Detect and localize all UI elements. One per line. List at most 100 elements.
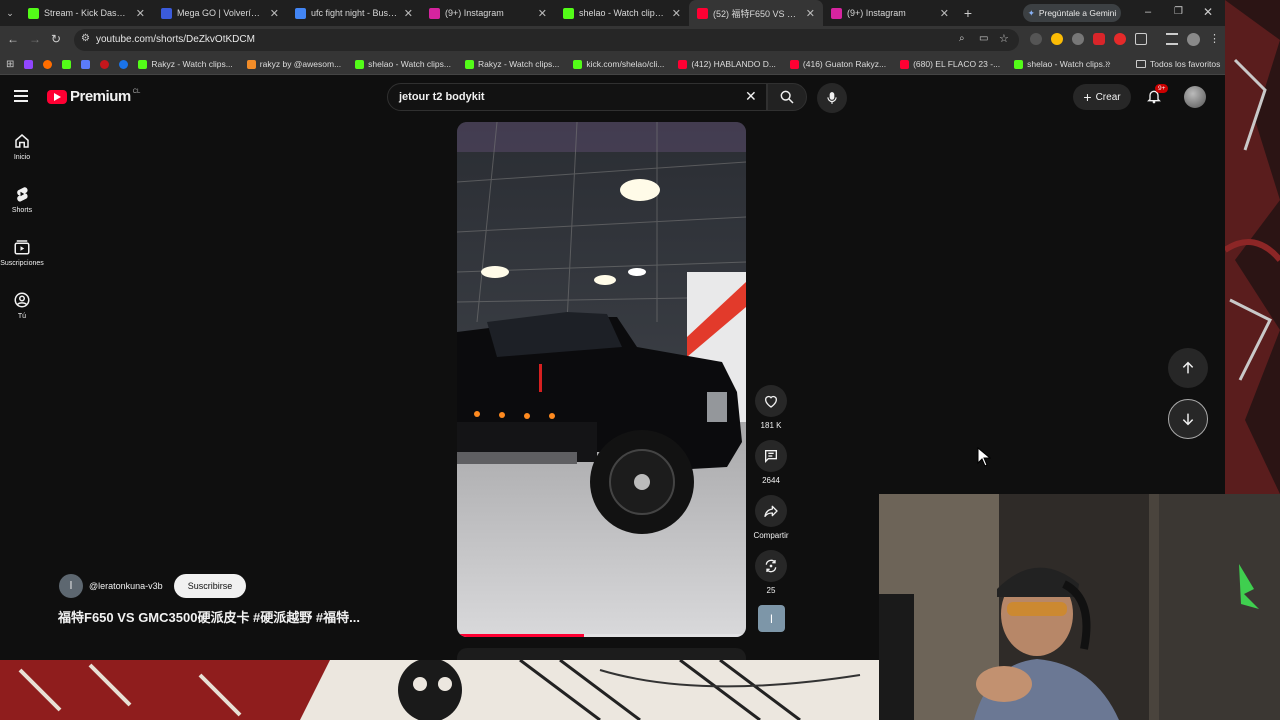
minimize-button[interactable]: – <box>1145 6 1151 18</box>
next-short-button[interactable] <box>1168 399 1208 439</box>
kebab-menu-icon[interactable]: ⋮ <box>1209 33 1220 46</box>
gemini-label: Pregúntale a Gemini <box>1038 8 1117 18</box>
remix-button[interactable] <box>755 550 787 582</box>
profile-icon[interactable] <box>1187 33 1200 46</box>
channel-handle[interactable]: @leratonkuna-v3b <box>89 581 163 591</box>
voice-search-button[interactable] <box>817 83 847 113</box>
clear-search-icon[interactable]: ✕ <box>745 88 757 105</box>
back-icon[interactable]: ← <box>7 32 19 46</box>
bookmark-icon-app[interactable] <box>119 59 129 69</box>
browser-tab[interactable]: (52) 福特F650 VS GMC350... ✕ <box>689 0 823 26</box>
comments-button[interactable] <box>755 440 787 472</box>
close-tab-icon[interactable]: ✕ <box>136 7 145 20</box>
bookmark-item[interactable]: kick.com/shelao/cli... <box>573 59 664 69</box>
all-favorites-label: Todos los favoritos <box>1150 59 1221 69</box>
bookmark-icon-app[interactable] <box>100 59 110 69</box>
guide-item-inicio[interactable]: Inicio <box>0 132 44 161</box>
mouse-cursor-icon <box>977 447 991 467</box>
close-tab-icon[interactable]: ✕ <box>404 7 413 20</box>
search-input[interactable]: jetour t2 bodykit ✕ <box>387 83 767 111</box>
hamburger-menu-icon[interactable] <box>14 90 28 102</box>
overlay-art-bottom <box>0 660 879 720</box>
youtube-logo[interactable]: Premium CL <box>47 88 140 105</box>
close-tab-icon[interactable]: ✕ <box>806 7 815 20</box>
bookmark-favicon-icon <box>1014 59 1024 69</box>
close-tab-icon[interactable]: ✕ <box>538 7 547 20</box>
browser-tab[interactable]: Mega GO | Volverías con t... ✕ <box>153 0 287 26</box>
bookmark-item[interactable]: (412) HABLANDO D... <box>678 59 776 69</box>
restore-button[interactable]: ❐ <box>1174 6 1183 17</box>
extension-icon[interactable] <box>1051 33 1063 45</box>
bookmark-favicon-icon <box>355 59 365 69</box>
apps-grid-icon[interactable]: ⊞ <box>6 59 14 70</box>
bookmark-item[interactable]: (680) EL FLACO 23 -... <box>900 59 1000 69</box>
extension-icon[interactable] <box>1114 33 1126 45</box>
guide-item-tu[interactable]: Tú <box>0 291 44 320</box>
notification-badge: 9+ <box>1155 84 1169 93</box>
bookmark-item[interactable]: shelao - Watch clips... <box>355 59 451 69</box>
new-tab-button[interactable]: + <box>957 5 979 21</box>
bookmark-icon-kick[interactable] <box>62 59 72 69</box>
search-button[interactable] <box>767 83 807 111</box>
close-tab-icon[interactable]: ✕ <box>940 7 949 20</box>
browser-tab[interactable]: (9+) Instagram ✕ <box>823 0 957 26</box>
cast-icon[interactable]: ▭ <box>979 33 988 44</box>
bookmark-icon-app[interactable] <box>81 59 91 69</box>
gemini-button[interactable]: ✦ Pregúntale a Gemini <box>1023 4 1121 22</box>
you-icon <box>14 292 30 308</box>
subscribe-button[interactable]: Suscribirse <box>174 574 246 598</box>
browser-tab[interactable]: shelao - Watch clips on Ki... ✕ <box>555 0 689 26</box>
close-tab-icon[interactable]: ✕ <box>270 7 279 20</box>
avatar[interactable] <box>1184 86 1206 108</box>
arrow-up-icon <box>1182 361 1194 374</box>
guide-label: Inicio <box>13 154 31 161</box>
close-tab-icon[interactable]: ✕ <box>672 7 681 20</box>
browser-tab[interactable]: Stream - Kick Dashboard ✕ <box>20 0 153 26</box>
sound-thumbnail[interactable]: l <box>758 605 785 632</box>
site-info-icon[interactable]: ⚙ <box>81 33 90 44</box>
tab-search-menu-icon[interactable]: ⌄ <box>0 8 20 19</box>
bookmark-item[interactable]: shelao - Watch clips... <box>1014 59 1110 69</box>
close-window-button[interactable]: ✕ <box>1203 5 1213 19</box>
extension-icon[interactable] <box>1093 33 1105 45</box>
bookmark-favicon-icon <box>465 59 474 69</box>
guide-item-suscripciones[interactable]: Suscripciones <box>0 238 44 267</box>
short-video-player[interactable] <box>457 122 746 637</box>
zoom-icon[interactable]: ⌕ <box>959 33 965 44</box>
browser-tab[interactable]: ufc fight night - Buscar co... ✕ <box>287 0 421 26</box>
address-bar[interactable]: ⚙ youtube.com/shorts/DeZkvOtKDCM ⌕ ▭ ☆ <box>74 29 1019 51</box>
bookmark-item[interactable]: Rakyz - Watch clips... <box>138 59 233 69</box>
bookmark-item[interactable]: rakyz by @awesom... <box>246 59 341 69</box>
channel-avatar[interactable]: l <box>59 574 83 598</box>
forward-icon[interactable]: → <box>29 32 41 46</box>
tab-title: (9+) Instagram <box>847 8 906 18</box>
notifications-button[interactable]: 9+ <box>1146 84 1169 107</box>
previous-short-button[interactable] <box>1168 348 1208 388</box>
logo-region: CL <box>132 88 141 95</box>
folder-icon <box>1136 60 1146 68</box>
streamer-webcam <box>879 494 1280 720</box>
bookmark-item[interactable]: (416) Guaton Rakyz... <box>789 59 886 69</box>
tab-favicon-icon <box>697 7 708 19</box>
puzzle-icon[interactable] <box>1135 33 1147 45</box>
guide-item-shorts[interactable]: Shorts <box>0 185 44 214</box>
reload-icon[interactable]: ↻ <box>51 32 61 46</box>
bookmark-star-icon[interactable]: ☆ <box>999 32 1009 45</box>
short-title[interactable]: 福特F650 VS GMC3500硬派皮卡 #硬派越野 #福特... <box>58 607 360 626</box>
bookmark-icon-app[interactable] <box>43 59 53 69</box>
bookmark-icon-twitch[interactable] <box>24 59 34 69</box>
guide-label: Shorts <box>11 207 33 214</box>
bookmark-label: Rakyz - Watch clips... <box>478 59 560 69</box>
logo-text: Premium <box>70 88 131 105</box>
media-icon[interactable] <box>1166 33 1178 45</box>
share-button[interactable] <box>755 495 787 527</box>
like-button[interactable] <box>755 385 787 417</box>
create-button[interactable]: + Crear <box>1073 84 1131 110</box>
video-progress-track[interactable] <box>457 634 746 637</box>
all-favorites-folder[interactable]: Todos los favoritos <box>1136 59 1220 69</box>
extension-icon[interactable] <box>1030 33 1042 45</box>
browser-tab[interactable]: (9+) Instagram ✕ <box>421 0 555 26</box>
bookmark-item[interactable]: Rakyz - Watch clips... <box>465 59 559 69</box>
more-bookmarks-icon[interactable]: » <box>1105 58 1111 69</box>
extension-icon[interactable] <box>1072 33 1084 45</box>
